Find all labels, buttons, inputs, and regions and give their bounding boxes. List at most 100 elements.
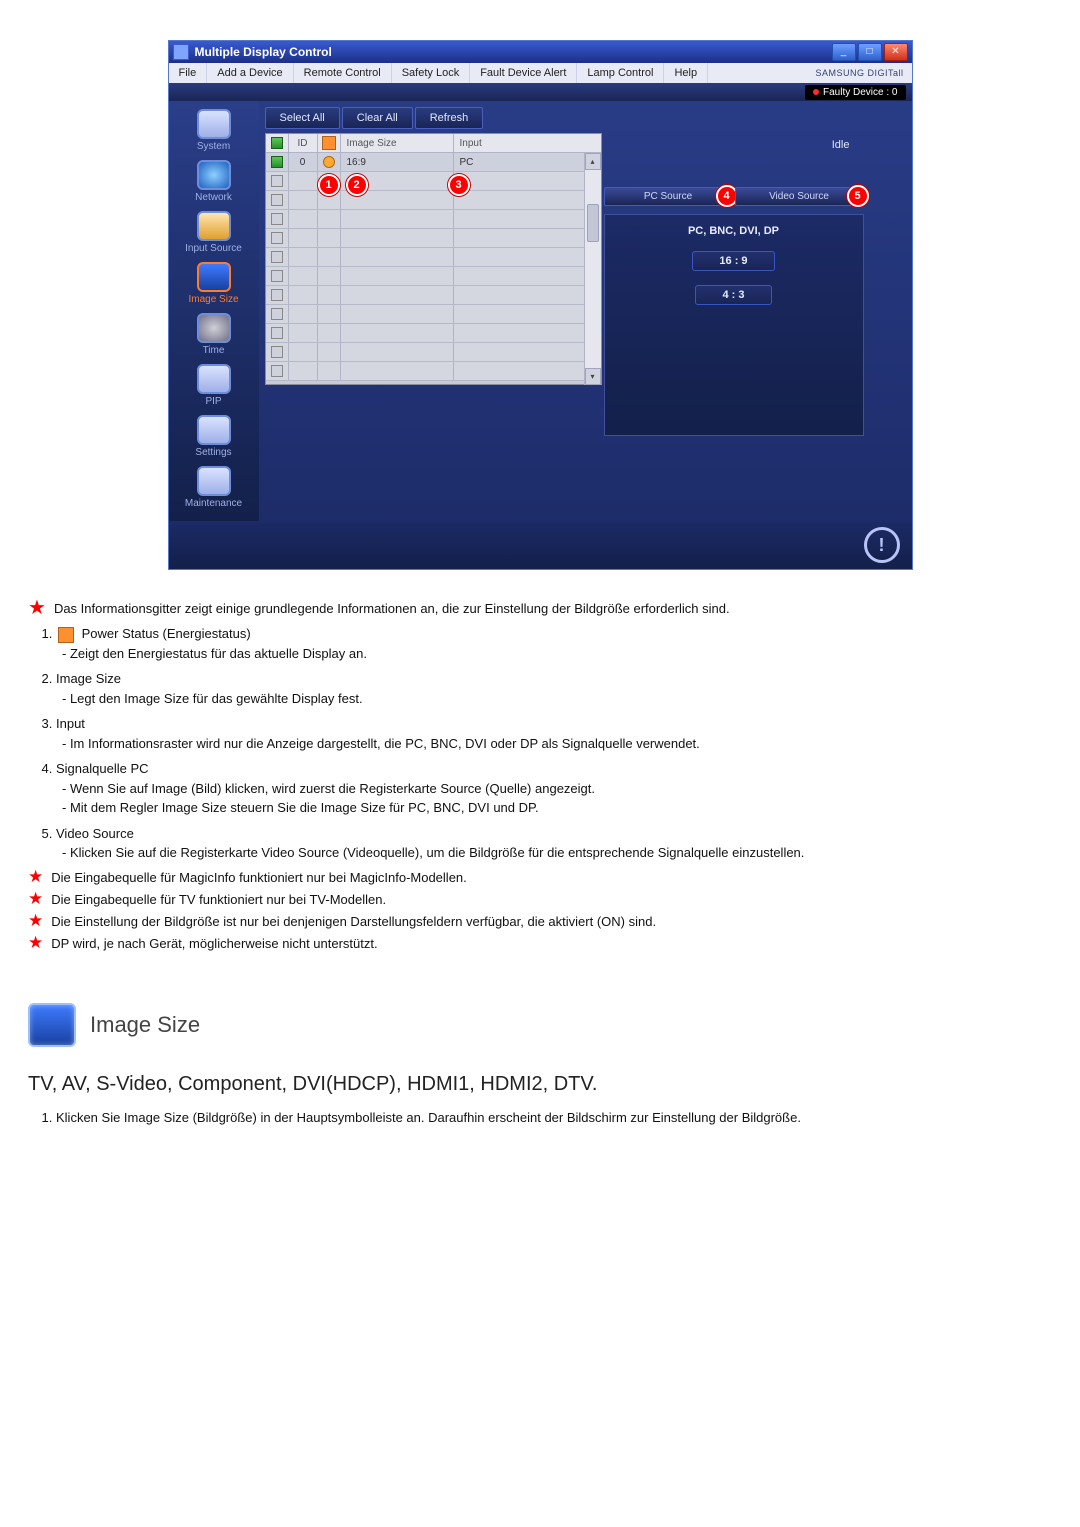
item-sub: - Wenn Sie auf Image (Bild) klicken, wir… (62, 779, 1052, 799)
row-checkbox[interactable] (271, 346, 283, 358)
row-checkbox[interactable] (271, 308, 283, 320)
note-row: ★ Die Einstellung der Bildgröße ist nur … (28, 913, 1052, 931)
power-icon (322, 136, 336, 150)
table-row[interactable] (266, 362, 601, 381)
menu-add-device[interactable]: Add a Device (207, 63, 293, 83)
app-icon (173, 44, 189, 60)
table-row[interactable] (266, 267, 601, 286)
row-checkbox[interactable] (271, 270, 283, 282)
note-row: ★ DP wird, je nach Gerät, möglicherweise… (28, 935, 1052, 953)
row-checkbox[interactable] (271, 251, 283, 263)
table-row[interactable] (266, 286, 601, 305)
item-head: Input (56, 716, 85, 731)
cell-input: PC (454, 153, 601, 171)
system-icon (197, 109, 231, 139)
header-checkbox[interactable] (271, 137, 283, 149)
note-row: ★ Die Eingabequelle für MagicInfo funkti… (28, 869, 1052, 887)
menu-lamp-control[interactable]: Lamp Control (577, 63, 664, 83)
tab-video-source[interactable]: Video Source 5 (735, 187, 864, 206)
scroll-thumb[interactable] (587, 204, 599, 242)
list-item: Signalquelle PC - Wenn Sie auf Image (Bi… (56, 759, 1052, 818)
tab-pc-source[interactable]: PC Source 4 (604, 187, 733, 206)
source-list-label: PC, BNC, DVI, DP (688, 225, 779, 237)
sidebar-item-maintenance[interactable]: Maintenance (174, 462, 254, 513)
scroll-down-icon[interactable]: ▾ (585, 368, 601, 385)
footer-strip: ! (169, 521, 912, 569)
table-row[interactable] (266, 172, 601, 191)
document-body: ★ Das Informationsgitter zeigt einige gr… (28, 600, 1052, 1128)
image-size-4-3-button[interactable]: 4 : 3 (695, 285, 771, 305)
note-text: Die Eingabequelle für MagicInfo funktion… (51, 869, 1052, 887)
row-checkbox[interactable] (271, 213, 283, 225)
row-checkbox[interactable] (271, 194, 283, 206)
sidebar-item-settings[interactable]: Settings (174, 411, 254, 462)
sidebar-item-input-source[interactable]: Input Source (174, 207, 254, 258)
row-checkbox[interactable] (271, 327, 283, 339)
col-input[interactable]: Input (454, 134, 601, 152)
row-checkbox[interactable] (271, 156, 283, 168)
minimize-button[interactable]: _ (832, 43, 856, 61)
note-text: DP wird, je nach Gerät, möglicherweise n… (51, 935, 1052, 953)
sidebar-item-image-size[interactable]: Image Size (174, 258, 254, 309)
app-window: Multiple Display Control _ □ ✕ File Add … (168, 40, 913, 570)
menu-remote-control[interactable]: Remote Control (294, 63, 392, 83)
callout-1: 1 (318, 174, 340, 196)
table-row[interactable] (266, 229, 601, 248)
list-item: Power Status (Energiestatus) - Zeigt den… (56, 624, 1052, 663)
item-sub: - Mit dem Regler Image Size steuern Sie … (62, 798, 1052, 818)
image-size-16-9-button[interactable]: 16 : 9 (692, 251, 774, 271)
clear-all-button[interactable]: Clear All (342, 107, 413, 129)
col-image-size[interactable]: Image Size (341, 134, 454, 152)
star-icon: ★ (28, 870, 43, 884)
sidebar-item-label: Settings (195, 447, 231, 458)
sidebar-item-label: Time (203, 345, 225, 356)
refresh-button[interactable]: Refresh (415, 107, 484, 129)
sidebar-item-pip[interactable]: PIP (174, 360, 254, 411)
menu-help[interactable]: Help (664, 63, 708, 83)
table-row[interactable] (266, 191, 601, 210)
table-row[interactable]: 0 16:9 PC (266, 153, 601, 172)
section-heading: Image Size (28, 1003, 1052, 1047)
list-item: Image Size - Legt den Image Size für das… (56, 669, 1052, 708)
center-panel: Select All Clear All Refresh ID Image Si… (259, 101, 912, 521)
section-subtitle: TV, AV, S-Video, Component, DVI(HDCP), H… (28, 1073, 1052, 1096)
col-id[interactable]: ID (289, 134, 318, 152)
table-row[interactable] (266, 210, 601, 229)
table-scrollbar[interactable]: ▴ ▾ (584, 153, 601, 385)
row-checkbox[interactable] (271, 365, 283, 377)
sidebar-item-network[interactable]: Network (174, 156, 254, 207)
table-row[interactable] (266, 343, 601, 362)
time-icon (197, 313, 231, 343)
network-icon (197, 160, 231, 190)
menubar: File Add a Device Remote Control Safety … (169, 63, 912, 83)
input-source-icon (197, 211, 231, 241)
menu-file[interactable]: File (169, 63, 208, 83)
sidebar-item-label: System (197, 141, 230, 152)
table-header: ID Image Size Input (266, 134, 601, 153)
cell-image-size: 16:9 (341, 153, 454, 171)
sidebar-item-time[interactable]: Time (174, 309, 254, 360)
maximize-button[interactable]: □ (858, 43, 882, 61)
menu-fault-device-alert[interactable]: Fault Device Alert (470, 63, 577, 83)
close-button[interactable]: ✕ (884, 43, 908, 61)
window-title: Multiple Display Control (195, 45, 832, 59)
select-all-button[interactable]: Select All (265, 107, 340, 129)
sidebar-item-system[interactable]: System (174, 105, 254, 156)
sidebar-item-label: Image Size (188, 294, 238, 305)
item-head: Image Size (56, 671, 121, 686)
image-size-icon (197, 262, 231, 292)
star-icon: ★ (28, 914, 43, 928)
row-checkbox[interactable] (271, 175, 283, 187)
row-checkbox[interactable] (271, 232, 283, 244)
steps-list: Klicken Sie Image Size (Bildgröße) in de… (28, 1108, 1052, 1128)
table-row[interactable] (266, 305, 601, 324)
status-strip: Faulty Device : 0 (169, 83, 912, 101)
menu-safety-lock[interactable]: Safety Lock (392, 63, 470, 83)
idle-label: Idle (604, 135, 864, 155)
table-row[interactable] (266, 324, 601, 343)
table-row[interactable] (266, 248, 601, 267)
sidebar-item-label: Input Source (185, 243, 242, 254)
scroll-up-icon[interactable]: ▴ (585, 153, 601, 170)
row-checkbox[interactable] (271, 289, 283, 301)
sidebar-item-label: PIP (205, 396, 221, 407)
